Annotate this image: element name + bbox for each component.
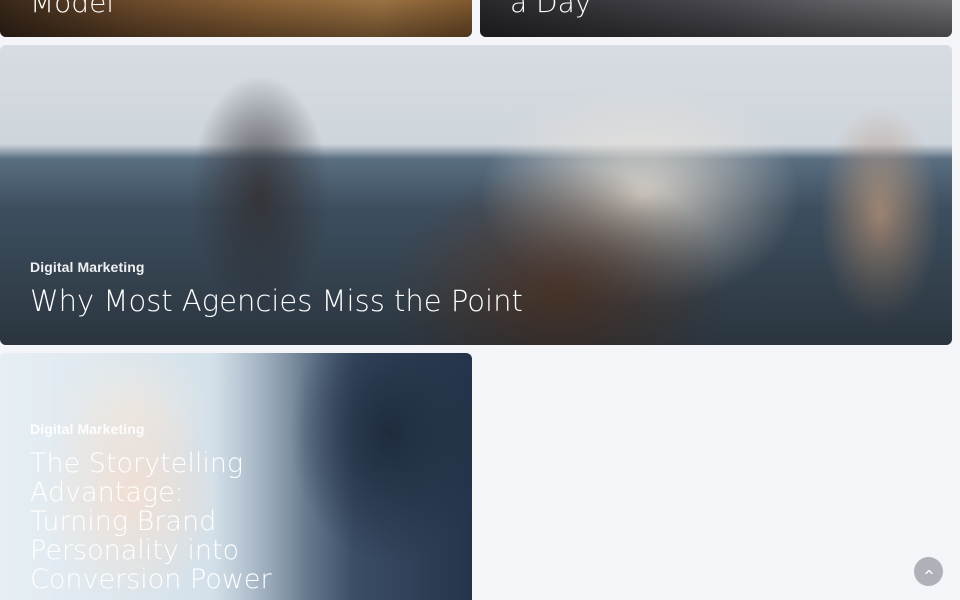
post-card-top-right[interactable]: a Day bbox=[480, 0, 952, 37]
post-category[interactable]: Digital Marketing bbox=[30, 259, 145, 275]
post-title[interactable]: The Storytelling Advantage: Turning Bran… bbox=[30, 449, 290, 594]
post-title[interactable]: Why Most Agencies Miss the Point bbox=[30, 283, 523, 319]
post-card-lower-left[interactable]: Digital Marketing The Storytelling Advan… bbox=[0, 353, 472, 600]
post-title[interactable]: a Day bbox=[510, 0, 591, 17]
post-card-top-left[interactable]: Model bbox=[0, 0, 472, 37]
chevron-up-icon bbox=[924, 569, 933, 574]
post-title[interactable]: Model bbox=[30, 0, 114, 17]
blog-grid: Model a Day Digital Marketing Why Most A… bbox=[0, 0, 960, 600]
post-card-featured[interactable]: Digital Marketing Why Most Agencies Miss… bbox=[0, 45, 952, 345]
back-to-top-button[interactable] bbox=[914, 557, 943, 586]
post-category[interactable]: Digital Marketing bbox=[30, 421, 145, 437]
